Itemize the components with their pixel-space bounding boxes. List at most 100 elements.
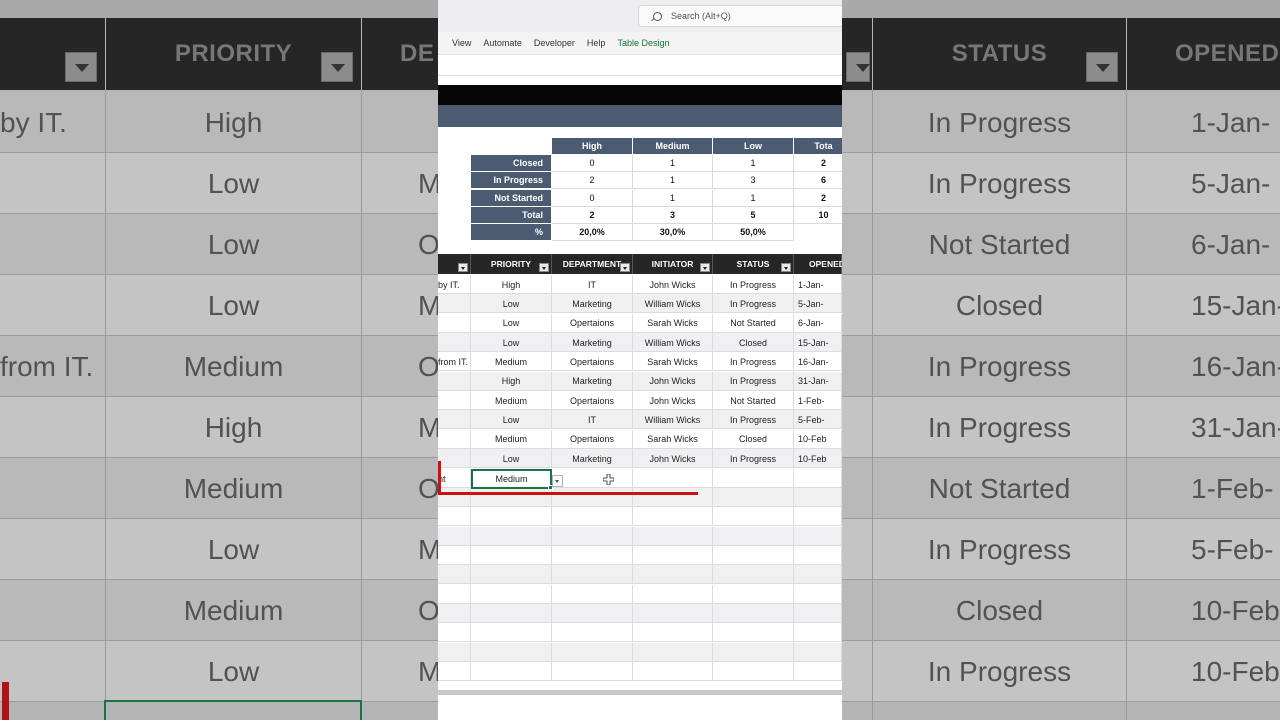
cell-description[interactable] <box>438 603 471 623</box>
cell-status[interactable] <box>713 468 794 488</box>
cell-status[interactable]: In Progress <box>713 275 794 294</box>
summary-cell[interactable]: 10 <box>794 207 842 224</box>
column-header-initiator[interactable]: INITIATOR <box>633 254 713 274</box>
cell-status[interactable] <box>713 642 794 662</box>
filter-dropdown-icon[interactable] <box>700 263 710 272</box>
cell-department[interactable]: IT <box>552 410 633 430</box>
tab-developer[interactable]: Developer <box>534 38 575 48</box>
cell-priority[interactable]: Low <box>471 333 552 353</box>
tab-view[interactable]: View <box>452 38 471 48</box>
cell-description[interactable] <box>438 507 471 527</box>
cell-status[interactable] <box>713 662 794 681</box>
cell-opened[interactable]: 31-Jan- <box>794 371 842 391</box>
cell-opened[interactable] <box>794 487 842 507</box>
cell-description[interactable] <box>438 584 471 604</box>
cell-department[interactable]: Opertaions <box>552 391 633 411</box>
cell-initiator[interactable]: William Wicks <box>633 410 713 430</box>
cell-description[interactable] <box>438 429 471 449</box>
summary-cell[interactable]: 2 <box>552 172 633 190</box>
cell-status[interactable] <box>713 526 794 546</box>
cell-initiator[interactable]: Sarah Wicks <box>633 352 713 372</box>
cell-initiator[interactable]: Sarah Wicks <box>633 313 713 333</box>
cell-department[interactable]: Opertaions <box>552 352 633 372</box>
active-cell-priority[interactable]: Medium <box>471 469 553 490</box>
cell-priority[interactable] <box>471 565 552 585</box>
cell-department[interactable] <box>552 584 633 604</box>
cell-opened[interactable]: 15-Jan- <box>794 333 842 353</box>
cell-description[interactable] <box>438 313 471 333</box>
cell-priority[interactable]: Low <box>471 410 552 430</box>
cell-priority[interactable] <box>471 545 552 565</box>
summary-cell[interactable]: 0 <box>552 189 633 207</box>
cell-priority[interactable] <box>471 642 552 662</box>
filter-dropdown-icon[interactable] <box>620 263 630 272</box>
cell-opened[interactable] <box>794 603 842 623</box>
tab-table-design[interactable]: Table Design <box>617 38 669 48</box>
summary-cell[interactable]: 1 <box>713 189 794 207</box>
filter-dropdown-icon[interactable] <box>781 263 791 272</box>
summary-cell[interactable]: 5 <box>713 206 794 224</box>
summary-cell[interactable]: 1 <box>713 155 794 173</box>
cell-initiator[interactable] <box>633 468 713 488</box>
cell-description[interactable] <box>438 371 471 391</box>
active-row-description[interactable]: nt <box>438 469 471 488</box>
cell-opened[interactable] <box>794 642 842 662</box>
cell-description[interactable] <box>438 623 471 643</box>
cell-status[interactable]: In Progress <box>713 294 794 314</box>
cell-description[interactable] <box>438 642 471 662</box>
cell-priority[interactable] <box>471 487 552 507</box>
cell-opened[interactable] <box>794 584 842 604</box>
cell-priority[interactable]: High <box>471 275 552 294</box>
cell-status[interactable]: Not Started <box>713 391 794 411</box>
cell-priority[interactable]: High <box>471 371 552 391</box>
cell-description[interactable] <box>438 526 471 546</box>
summary-cell[interactable]: 6 <box>794 172 842 190</box>
cell-department[interactable]: Opertaions <box>552 429 633 449</box>
cell-opened[interactable] <box>794 545 842 565</box>
cell-initiator[interactable]: William Wicks <box>633 294 713 314</box>
cell-department[interactable] <box>552 565 633 585</box>
filter-dropdown-icon[interactable] <box>458 263 468 272</box>
cell-department[interactable] <box>552 623 633 643</box>
filter-dropdown-icon[interactable] <box>539 263 549 272</box>
column-header-status[interactable]: STATUS <box>713 254 794 274</box>
summary-cell[interactable]: 0 <box>552 155 633 173</box>
cell-description[interactable] <box>438 449 471 469</box>
column-header-department[interactable]: DEPARTMENT <box>552 254 633 274</box>
cell-opened[interactable]: 1-Jan- <box>794 275 842 294</box>
column-header-description[interactable] <box>438 254 471 274</box>
column-header-priority[interactable]: PRIORITY <box>471 254 552 274</box>
summary-cell[interactable]: 2 <box>794 190 842 207</box>
cell-opened[interactable] <box>794 623 842 643</box>
cell-priority[interactable]: Medium <box>471 352 552 372</box>
cell-description[interactable] <box>438 662 471 681</box>
cell-priority[interactable] <box>471 603 552 623</box>
cell-initiator[interactable] <box>633 507 713 527</box>
cell-description[interactable] <box>438 333 471 353</box>
cell-priority[interactable]: Low <box>471 449 552 469</box>
cell-department[interactable] <box>552 507 633 527</box>
cell-department[interactable]: Opertaions <box>552 313 633 333</box>
cell-opened[interactable]: 10-Feb <box>794 449 842 469</box>
cell-description[interactable] <box>438 565 471 585</box>
cell-opened[interactable]: 5-Feb- <box>794 410 842 430</box>
cell-opened[interactable] <box>794 565 842 585</box>
cell-opened[interactable]: 5-Jan- <box>794 294 842 314</box>
cell-dropdown-arrow[interactable] <box>552 475 563 487</box>
cell-description[interactable] <box>438 391 471 411</box>
cell-department[interactable] <box>552 603 633 623</box>
cell-priority[interactable]: Medium <box>471 429 552 449</box>
cell-status[interactable]: In Progress <box>713 410 794 430</box>
cell-initiator[interactable]: John Wicks <box>633 275 713 294</box>
cell-status[interactable] <box>713 507 794 527</box>
cell-department[interactable]: IT <box>552 275 633 294</box>
cell-opened[interactable] <box>794 507 842 527</box>
cell-initiator[interactable] <box>633 584 713 604</box>
cell-initiator[interactable]: Sarah Wicks <box>633 429 713 449</box>
column-header-opened[interactable]: OPENED <box>794 254 842 274</box>
cell-initiator[interactable] <box>633 603 713 623</box>
cell-department[interactable] <box>552 526 633 546</box>
cell-description[interactable] <box>438 545 471 565</box>
summary-cell[interactable]: 3 <box>633 206 713 224</box>
cell-initiator[interactable] <box>633 526 713 546</box>
